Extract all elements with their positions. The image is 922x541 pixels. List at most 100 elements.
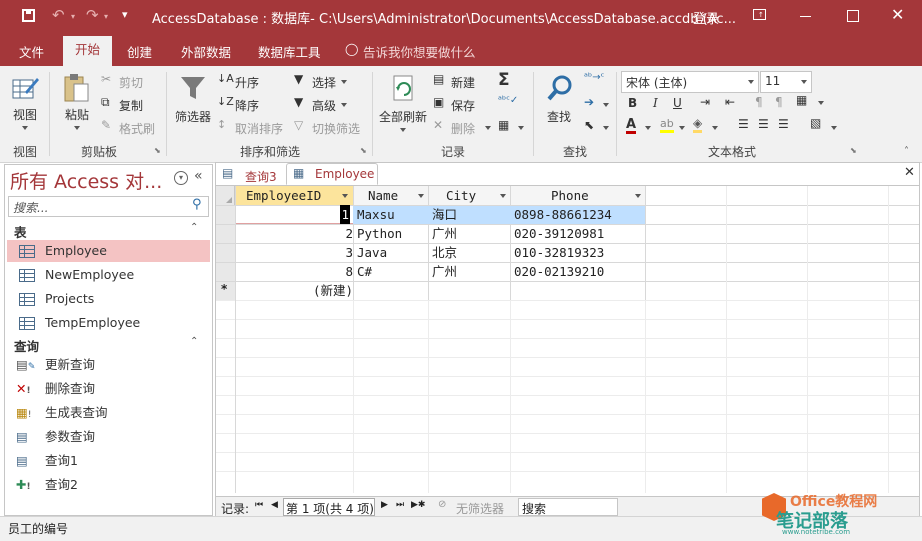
sort-descending-button[interactable]: 降序 [235,97,259,114]
remove-sort-icon[interactable]: ↕ [217,118,226,131]
record-selector[interactable] [216,206,235,224]
find-button[interactable]: 查找 [547,108,571,125]
view-icon[interactable] [11,74,39,100]
font-color-dropdown-icon[interactable] [645,126,651,130]
fill-color-icon[interactable]: ◈ [693,117,703,133]
column-filter-dropdown-icon[interactable] [418,194,424,198]
column-filter-dropdown-icon[interactable] [635,194,641,198]
undo-dropdown-icon[interactable]: ▾ [71,12,75,21]
redo-icon[interactable]: ↷ [86,6,99,24]
nav-item-make-table-query[interactable]: ▦! 生成表查询 [7,402,210,424]
save-record-icon[interactable]: ▣ [433,95,444,109]
nav-search-input[interactable]: 搜索... [13,199,48,216]
font-name-dropdown-icon[interactable] [748,80,754,84]
copy-button[interactable]: 复制 [119,97,143,114]
advanced-dropdown-icon[interactable] [341,103,347,107]
doc-tab-query3[interactable]: ▤ 查询3 [218,165,284,185]
sort-ascending-icon[interactable]: ↓A [217,72,234,85]
paste-icon[interactable] [62,72,92,104]
delete-dropdown-icon[interactable] [485,126,491,130]
font-size-select[interactable]: 11 [760,71,812,93]
toggle-filter-icon[interactable]: ▽ [294,118,303,132]
new-record-row[interactable]: (新建) [236,282,645,300]
sort-filter-launcher-icon[interactable]: ⬊ [360,146,367,155]
replace-icon[interactable]: ᵃᵇ→ᶜ [584,72,604,83]
view-button[interactable]: 视图 [13,106,37,123]
next-record-icon[interactable]: ▶ [381,500,388,510]
paste-button[interactable]: 粘贴 [65,106,89,123]
save-icon[interactable] [22,9,35,22]
current-record-box[interactable]: 第 1 项(共 4 项) [283,498,375,516]
first-record-icon[interactable]: ⏮ [255,500,263,510]
tab-external-data[interactable]: 外部数据 [181,42,231,61]
left-to-right-icon[interactable]: ¶ [775,95,783,109]
paragraph-icon[interactable]: ¶ [755,95,763,109]
copy-icon[interactable]: ⧉ [101,95,110,110]
spelling-icon[interactable]: ᵃᵇᶜ✓ [498,95,518,106]
align-right-icon[interactable]: ☰ [778,117,789,131]
nav-menu-icon[interactable]: ▾ [174,171,188,185]
cell-city[interactable]: 海口 [432,205,457,224]
goto-icon[interactable]: ➔ [584,95,594,109]
decrease-indent-icon[interactable]: ⇤ [725,95,735,109]
sort-ascending-button[interactable]: 升序 [235,74,259,91]
more-icon[interactable]: ▦ [498,118,509,132]
nav-item-employee[interactable]: Employee [7,240,210,262]
column-filter-dropdown-icon[interactable] [500,194,506,198]
remove-sort-button[interactable]: 取消排序 [235,120,283,137]
italic-button[interactable]: I [653,96,658,110]
nav-item-update-query[interactable]: ▤✎ 更新查询 [7,354,210,376]
goto-dropdown-icon[interactable] [603,103,609,107]
selection-dropdown-icon[interactable] [341,80,347,84]
nav-item-newemployee[interactable]: NewEmployee [7,264,210,286]
delete-record-icon[interactable]: ✕ [433,118,443,132]
font-size-dropdown-icon[interactable] [801,80,807,84]
cell-name[interactable]: C# [357,262,372,281]
cell-employeeid[interactable]: 2 [345,224,353,243]
cell-phone[interactable]: 020-39120981 [514,224,604,243]
totals-icon[interactable]: Σ [498,70,510,90]
cut-icon[interactable]: ✂ [101,72,111,86]
cell-phone[interactable]: 020-02139210 [514,262,604,281]
nav-item-query1[interactable]: ▤ 查询1 [7,450,210,472]
select-icon[interactable]: ⬉ [584,118,594,132]
tab-file[interactable]: 文件 [19,42,44,61]
no-filter-label[interactable]: 无筛选器 [456,500,504,517]
close-icon[interactable]: ✕ [891,5,904,24]
new-record-button[interactable]: 新建 [451,74,475,91]
minimize-icon[interactable] [800,16,811,17]
gridlines-dropdown-icon[interactable] [818,101,824,105]
highlight-icon[interactable]: ab [660,117,674,133]
format-painter-button[interactable]: 格式刷 [119,120,155,137]
nav-item-projects[interactable]: Projects [7,288,210,310]
cell-name[interactable]: Python [357,224,402,243]
increase-indent-icon[interactable]: ⇥ [700,95,710,109]
nav-item-parameter-query[interactable]: ▤ 参数查询 [7,426,210,448]
delete-record-button[interactable]: 删除 [451,120,475,137]
column-header-name[interactable]: Name [354,186,428,205]
nav-search-box[interactable]: 搜索... ⚲ [8,196,209,217]
nav-item-query2[interactable]: ✚! 查询2 [7,474,210,496]
refresh-all-button[interactable]: 全部刷新 [379,108,427,125]
qat-customize-icon[interactable]: ▾ [122,8,128,21]
toggle-filter-button[interactable]: 切换筛选 [312,120,360,137]
font-name-select[interactable]: 宋体 (主体) [621,71,759,93]
redo-dropdown-icon[interactable]: ▾ [104,12,108,21]
more-dropdown-icon[interactable] [518,126,524,130]
align-center-icon[interactable]: ☰ [758,117,769,131]
refresh-all-icon[interactable] [391,74,417,102]
bold-button[interactable]: B [628,96,637,110]
selection-icon[interactable]: ▼ [294,72,303,86]
paste-dropdown-icon[interactable] [74,126,80,130]
select-all-corner[interactable] [216,186,235,205]
advanced-button[interactable]: 高级 [312,97,336,114]
table-row[interactable]: 1 Maxsu 海口 0898-88661234 [236,205,645,224]
font-color-icon[interactable]: A [626,118,637,134]
column-header-employeeid[interactable]: EmployeeID [236,186,353,205]
cell-name[interactable]: Java [357,243,387,262]
maximize-icon[interactable] [847,10,859,22]
tab-create[interactable]: 创建 [127,42,152,61]
cell-city[interactable]: 广州 [432,224,457,243]
nav-item-tempemployee[interactable]: TempEmployee [7,312,210,334]
cell-city[interactable]: 广州 [432,262,457,281]
